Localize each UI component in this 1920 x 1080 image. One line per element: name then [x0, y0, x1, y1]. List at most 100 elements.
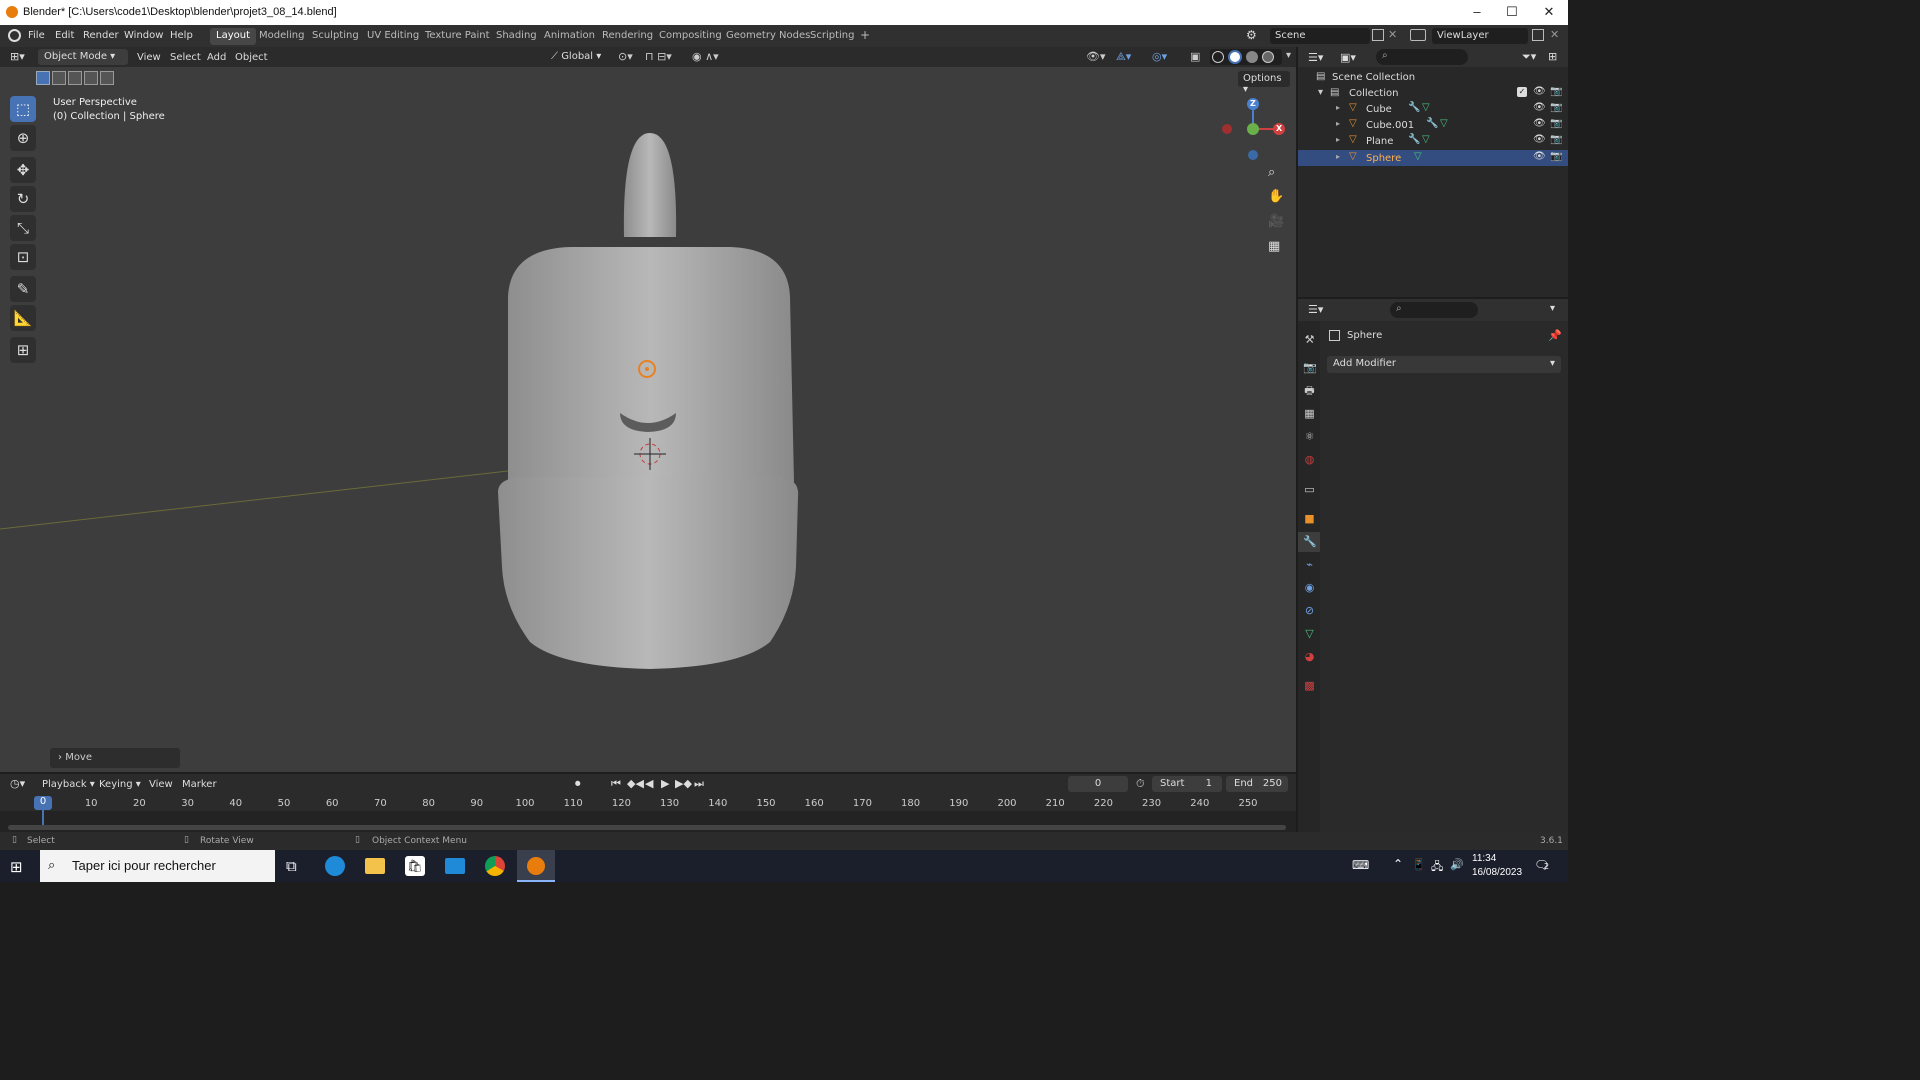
ortho-grid-icon[interactable]: ▦ [1268, 239, 1280, 254]
keyboard-icon[interactable]: ⌨ [1352, 858, 1369, 872]
blender-taskbar-button[interactable] [517, 850, 555, 882]
taskbar-search[interactable]: ⌕ Taper ici pour rechercher [40, 850, 275, 882]
next-keyframe-icon[interactable]: ▶◆ [675, 777, 692, 790]
output-tab-icon[interactable]: 🖶 [1303, 384, 1316, 397]
camera-icon[interactable]: 📷 [1550, 151, 1562, 162]
select-invert-icon[interactable] [84, 71, 98, 85]
expand-arrow-icon[interactable]: ▸ [1336, 152, 1340, 161]
collapse-arrow-icon[interactable]: ▾ [1318, 87, 1323, 98]
antenna-mesh[interactable] [623, 133, 677, 237]
view-layer-field[interactable]: ViewLayer [1432, 28, 1528, 44]
viewport-menu-object[interactable]: Object [235, 52, 268, 63]
select-new-icon[interactable] [36, 71, 50, 85]
store-icon[interactable]: 🛍 [405, 856, 425, 876]
collection-checkbox[interactable]: ✓ [1517, 87, 1527, 97]
wireframe-shading-icon[interactable] [1212, 51, 1224, 63]
xray-icon[interactable]: ▣ [1190, 50, 1200, 63]
tab-scripting[interactable]: Scripting [804, 28, 860, 45]
display-mode-icon[interactable]: ▣▾ [1340, 51, 1356, 64]
tab-geometry-nodes[interactable]: Geometry Nodes [720, 28, 816, 45]
solid-shading-icon[interactable] [1228, 50, 1242, 64]
modifier-icon[interactable]: 🔧 [1426, 118, 1438, 129]
end-frame-field[interactable]: End 250 [1226, 776, 1288, 792]
outliner-collection[interactable]: ▾ ▤ Collection ✓ 👁 📷 [1298, 85, 1568, 101]
eye-icon[interactable]: 👁 [1533, 134, 1546, 145]
playhead[interactable]: 0 [34, 796, 52, 810]
material-tab-icon[interactable]: ◕ [1303, 650, 1316, 663]
eye-icon[interactable]: 👁 [1533, 151, 1546, 162]
scene-icon[interactable]: ⚙ [1246, 28, 1264, 44]
mesh-data-icon[interactable]: ▽ [1414, 151, 1422, 162]
tab-shading[interactable]: Shading [490, 28, 543, 45]
rotate-tool-icon[interactable]: ↻ [10, 186, 36, 212]
scene-tab-icon[interactable]: ⚛ [1303, 430, 1316, 443]
play-icon[interactable]: ▶ [661, 777, 669, 790]
gizmo-neg-x-axis[interactable] [1222, 124, 1232, 134]
menu-render[interactable]: Render [83, 30, 119, 41]
camera-view-icon[interactable]: 🎥 [1268, 214, 1284, 229]
operator-panel[interactable]: › Move [50, 748, 180, 768]
timeline[interactable]: 0 10 20 30 40 50 60 70 80 90 100 110 120 130 140 150 16… [0, 794, 1296, 832]
jump-start-icon[interactable]: ⏮ [611, 777, 621, 791]
outliner-editor-type-icon[interactable]: ☰▾ [1308, 51, 1323, 64]
play-reverse-icon[interactable]: ◀ [645, 777, 653, 790]
menu-file[interactable]: File [28, 30, 45, 41]
gizmo-toggle-icon[interactable]: ⟁▾ [1116, 50, 1131, 64]
collection-eye-icon[interactable]: 👁 [1533, 86, 1546, 97]
collection-tab-icon[interactable]: ▭ [1303, 483, 1316, 496]
phone-link-icon[interactable]: 📱 [1412, 858, 1426, 871]
viewport-menu-view[interactable]: View [137, 52, 161, 63]
eye-icon[interactable]: 👁 [1533, 118, 1546, 129]
outliner-item-cube001[interactable]: ▸ ▽ Cube.001 🔧 ▽ 👁 📷 [1298, 117, 1568, 133]
collection-camera-icon[interactable]: 📷 [1550, 86, 1562, 97]
edge-icon[interactable] [325, 856, 345, 876]
base-mesh[interactable] [498, 477, 799, 669]
render-tab-icon[interactable]: 📷 [1303, 361, 1317, 374]
record-icon[interactable]: ⏺ [575, 777, 581, 791]
chrome-icon[interactable] [485, 856, 505, 876]
viewport-menu-select[interactable]: Select [170, 52, 201, 63]
task-view-icon[interactable]: ⧉ [286, 857, 297, 875]
view-layer-tab-icon[interactable]: ▦ [1303, 407, 1316, 420]
tab-texture-paint[interactable]: Texture Paint [419, 28, 496, 45]
gizmo-neg-z-axis[interactable] [1248, 150, 1258, 160]
new-scene-icon[interactable] [1372, 29, 1384, 41]
windows-start-icon[interactable]: ⊞ [10, 858, 23, 876]
expand-arrow-icon[interactable]: ▸ [1336, 135, 1340, 144]
modifier-icon[interactable]: 🔧 [1408, 102, 1420, 113]
world-tab-icon[interactable]: ◍ [1303, 453, 1316, 466]
timeline-scrollbar[interactable] [8, 825, 1286, 830]
view-layer-icon[interactable] [1410, 29, 1426, 41]
data-tab-icon[interactable]: ▽ [1303, 627, 1316, 640]
select-extend-icon[interactable] [52, 71, 66, 85]
minimize-icon[interactable]: – [1462, 4, 1492, 19]
texture-tab-icon[interactable]: ▩ [1303, 679, 1316, 692]
timeline-editor-type-icon[interactable]: ◷▾ [10, 777, 25, 790]
annotate-tool-icon[interactable]: ✎ [10, 276, 36, 302]
maximize-icon[interactable]: ☐ [1497, 4, 1527, 20]
snap-icon[interactable]: ⊓ ⊟▾ [645, 50, 672, 63]
visibility-icon[interactable]: 👁▾ [1086, 50, 1106, 63]
file-explorer-icon[interactable] [365, 858, 385, 874]
gizmo-y-axis[interactable] [1247, 123, 1259, 135]
timeline-menu-playback[interactable]: Playback ▾ [42, 779, 95, 790]
constraints-tab-icon[interactable]: ⊘ [1303, 604, 1316, 617]
outliner-search-input[interactable]: ⌕ [1376, 49, 1468, 65]
overlay-toggle-icon[interactable]: ◎▾ [1152, 50, 1167, 63]
add-workspace-button[interactable]: + [854, 26, 876, 43]
prev-keyframe-icon[interactable]: ◆◀ [627, 777, 644, 790]
mesh-data-icon[interactable]: ▽ [1422, 102, 1430, 113]
tray-chevron-icon[interactable]: ⌃ [1393, 857, 1403, 871]
options-button[interactable]: Options ▾ [1238, 71, 1290, 95]
network-icon[interactable]: 🖧 [1431, 858, 1443, 877]
timeline-menu-view[interactable]: View [149, 779, 173, 790]
clock-date[interactable]: 16/08/2023 [1472, 867, 1522, 878]
volume-icon[interactable]: 🔊 [1450, 858, 1464, 871]
tab-rendering[interactable]: Rendering [596, 28, 659, 45]
cursor-tool-icon[interactable]: ⊕ [10, 125, 36, 151]
expand-arrow-icon[interactable]: ▸ [1336, 119, 1340, 128]
mode-select[interactable]: Object Mode ▾ [38, 49, 128, 65]
outliner-item-plane[interactable]: ▸ ▽ Plane 🔧 ▽ 👁 📷 [1298, 133, 1568, 149]
scale-tool-icon[interactable]: ⤡ [10, 215, 36, 241]
delete-view-layer-icon[interactable]: ✕ [1550, 28, 1559, 41]
